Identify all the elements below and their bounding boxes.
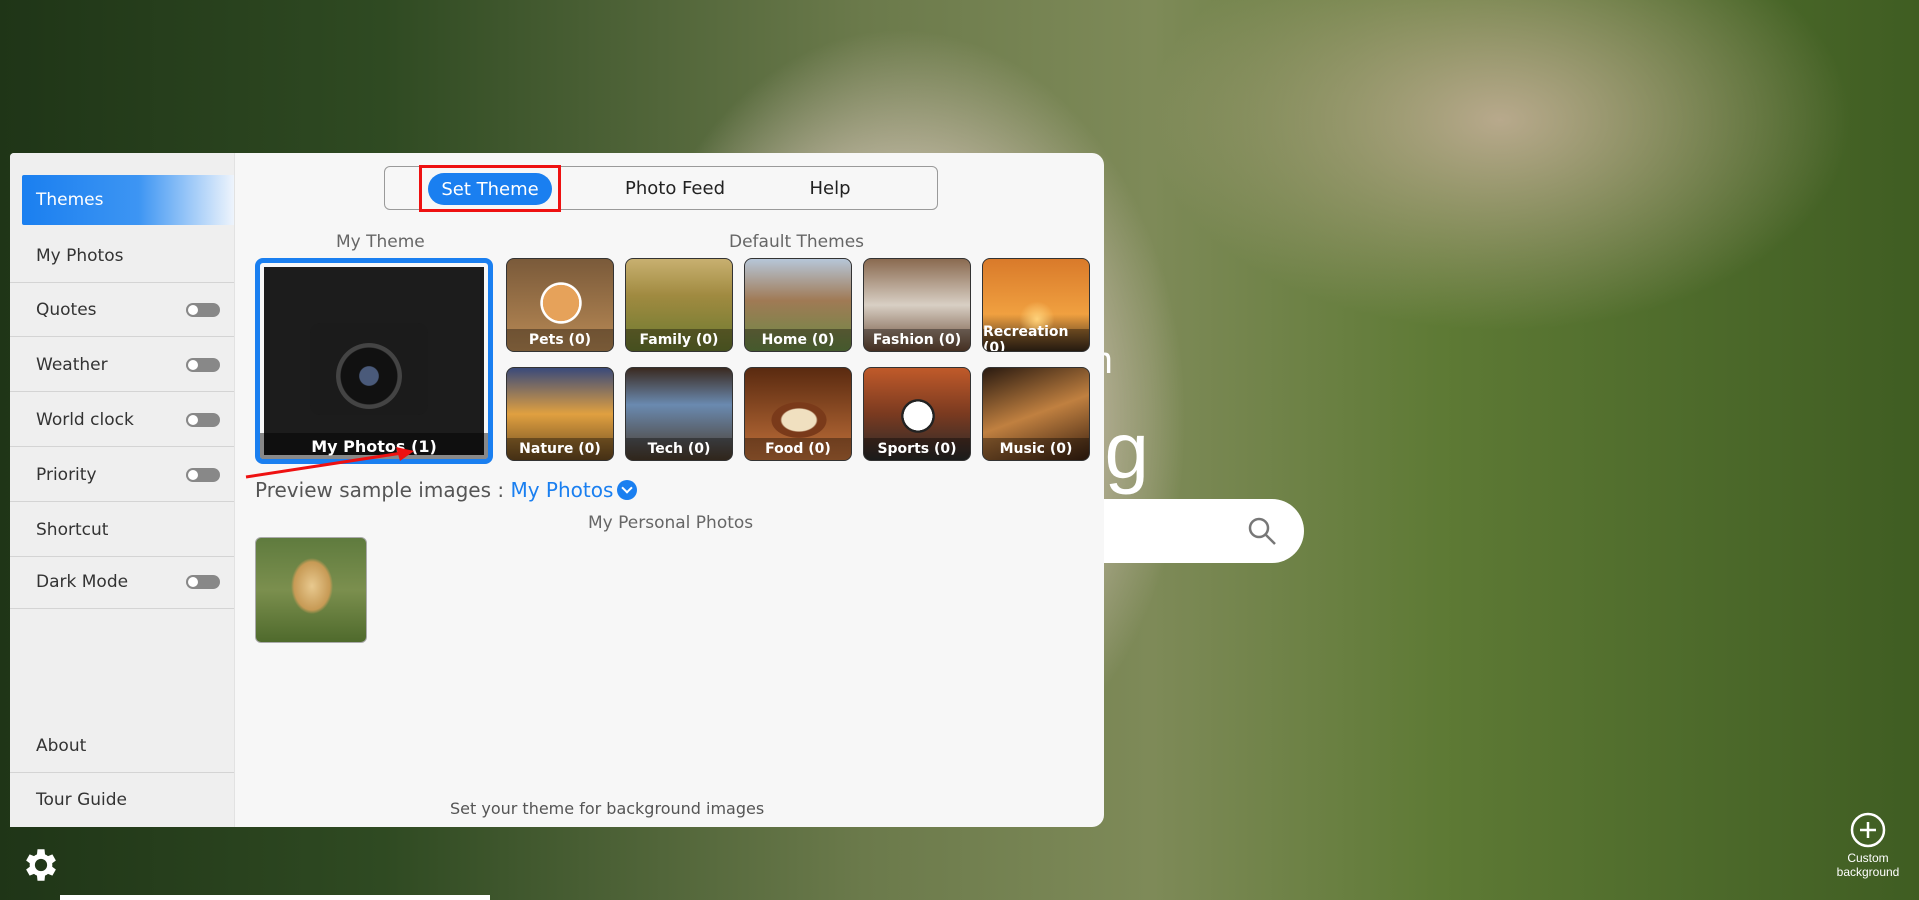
dark-mode-toggle[interactable] [186, 574, 220, 589]
personal-photo-thumbnail[interactable] [255, 537, 367, 643]
theme-tabs: Set Theme Photo Feed Help [384, 165, 938, 212]
add-circle-icon [1850, 812, 1886, 848]
preview-sample-label: Preview sample images : My Photos [255, 478, 638, 502]
tab-set-theme[interactable]: Set Theme [428, 173, 552, 205]
theme-tile-fashion[interactable]: Fashion (0) [863, 258, 971, 352]
personal-photos-label: My Personal Photos [588, 513, 754, 533]
preview-label-text: Preview sample images : [255, 478, 505, 502]
weather-toggle[interactable] [186, 357, 220, 372]
search-icon[interactable] [1246, 515, 1278, 551]
sidebar-item-label: Tour Guide [36, 790, 127, 810]
theme-tile-food[interactable]: Food (0) [744, 367, 852, 461]
theme-tile-home[interactable]: Home (0) [744, 258, 852, 352]
theme-tile-tech[interactable]: Tech (0) [625, 367, 733, 461]
tile-caption: Nature (0) [507, 438, 613, 460]
camera-photo [264, 267, 484, 455]
my-theme-label: My Theme [336, 232, 425, 252]
theme-tile-music[interactable]: Music (0) [982, 367, 1090, 461]
sidebar-item-label: World clock [36, 409, 134, 430]
tab-photo-feed[interactable]: Photo Feed [605, 167, 745, 209]
my-theme-card[interactable]: My Photos (1) [255, 258, 493, 464]
bottom-scroll-strip [60, 895, 490, 900]
priority-toggle[interactable] [186, 467, 220, 482]
theme-tile-recreation[interactable]: Recreation (0) [982, 258, 1090, 352]
tile-caption: Music (0) [983, 438, 1089, 460]
tile-caption: Family (0) [626, 329, 732, 351]
sidebar-item-priority[interactable]: Priority [10, 448, 234, 502]
quotes-toggle[interactable] [186, 302, 220, 317]
sidebar-item-world-clock[interactable]: World clock [10, 393, 234, 447]
sidebar-item-weather[interactable]: Weather [10, 338, 234, 392]
theme-tile-family[interactable]: Family (0) [625, 258, 733, 352]
tile-caption: Home (0) [745, 329, 851, 351]
highlight-box: Set Theme [419, 165, 561, 212]
preview-selected-value: My Photos [510, 478, 614, 502]
custom-bg-label-1: Custom [1847, 851, 1889, 865]
tile-caption: Recreation (0) [983, 324, 1089, 351]
sidebar-item-quotes[interactable]: Quotes [10, 283, 234, 337]
gear-icon[interactable] [20, 844, 62, 890]
tile-caption: Pets (0) [507, 329, 613, 351]
tile-caption: Sports (0) [864, 438, 970, 460]
sidebar-item-my-photos[interactable]: My Photos [10, 229, 234, 283]
tile-caption: Food (0) [745, 438, 851, 460]
default-themes-label: Default Themes [729, 232, 865, 252]
sidebar-item-label: My Photos [36, 245, 124, 266]
sidebar-item-label: Dark Mode [36, 571, 129, 592]
sidebar-item-label: Priority [36, 464, 97, 485]
camera-lens [336, 343, 402, 409]
sidebar-item-label: Weather [36, 354, 108, 375]
sidebar: Themes My Photos Quotes Weather World cl… [10, 153, 235, 827]
sidebar-item-label: Quotes [36, 299, 97, 320]
sidebar-item-dark-mode[interactable]: Dark Mode [10, 555, 234, 609]
settings-panel: Themes My Photos Quotes Weather World cl… [10, 153, 1104, 827]
custom-background-button[interactable]: Custom background [1818, 812, 1918, 879]
world-clock-toggle[interactable] [186, 412, 220, 427]
tile-caption: Fashion (0) [864, 329, 970, 351]
bottom-note: Set your theme for background images [450, 799, 765, 818]
theme-tile-nature[interactable]: Nature (0) [506, 367, 614, 461]
sidebar-item-tour-guide[interactable]: Tour Guide [10, 773, 234, 827]
sidebar-item-themes[interactable]: Themes [22, 175, 234, 225]
sidebar-item-label: Shortcut [36, 519, 109, 540]
preview-select[interactable]: My Photos [510, 478, 638, 502]
sidebar-item-label: Themes [36, 190, 104, 210]
theme-tile-sports[interactable]: Sports (0) [863, 367, 971, 461]
tab-help[interactable]: Help [785, 167, 875, 209]
sidebar-item-label: About [36, 735, 87, 756]
sidebar-item-shortcut[interactable]: Shortcut [10, 503, 234, 557]
sidebar-item-about[interactable]: About [10, 719, 234, 773]
red-arrow-icon [245, 447, 414, 479]
theme-tile-pets[interactable]: Pets (0) [506, 258, 614, 352]
tile-caption: Tech (0) [626, 438, 732, 460]
chevron-down-icon[interactable] [617, 479, 638, 500]
custom-bg-label-2: background [1836, 865, 1900, 879]
